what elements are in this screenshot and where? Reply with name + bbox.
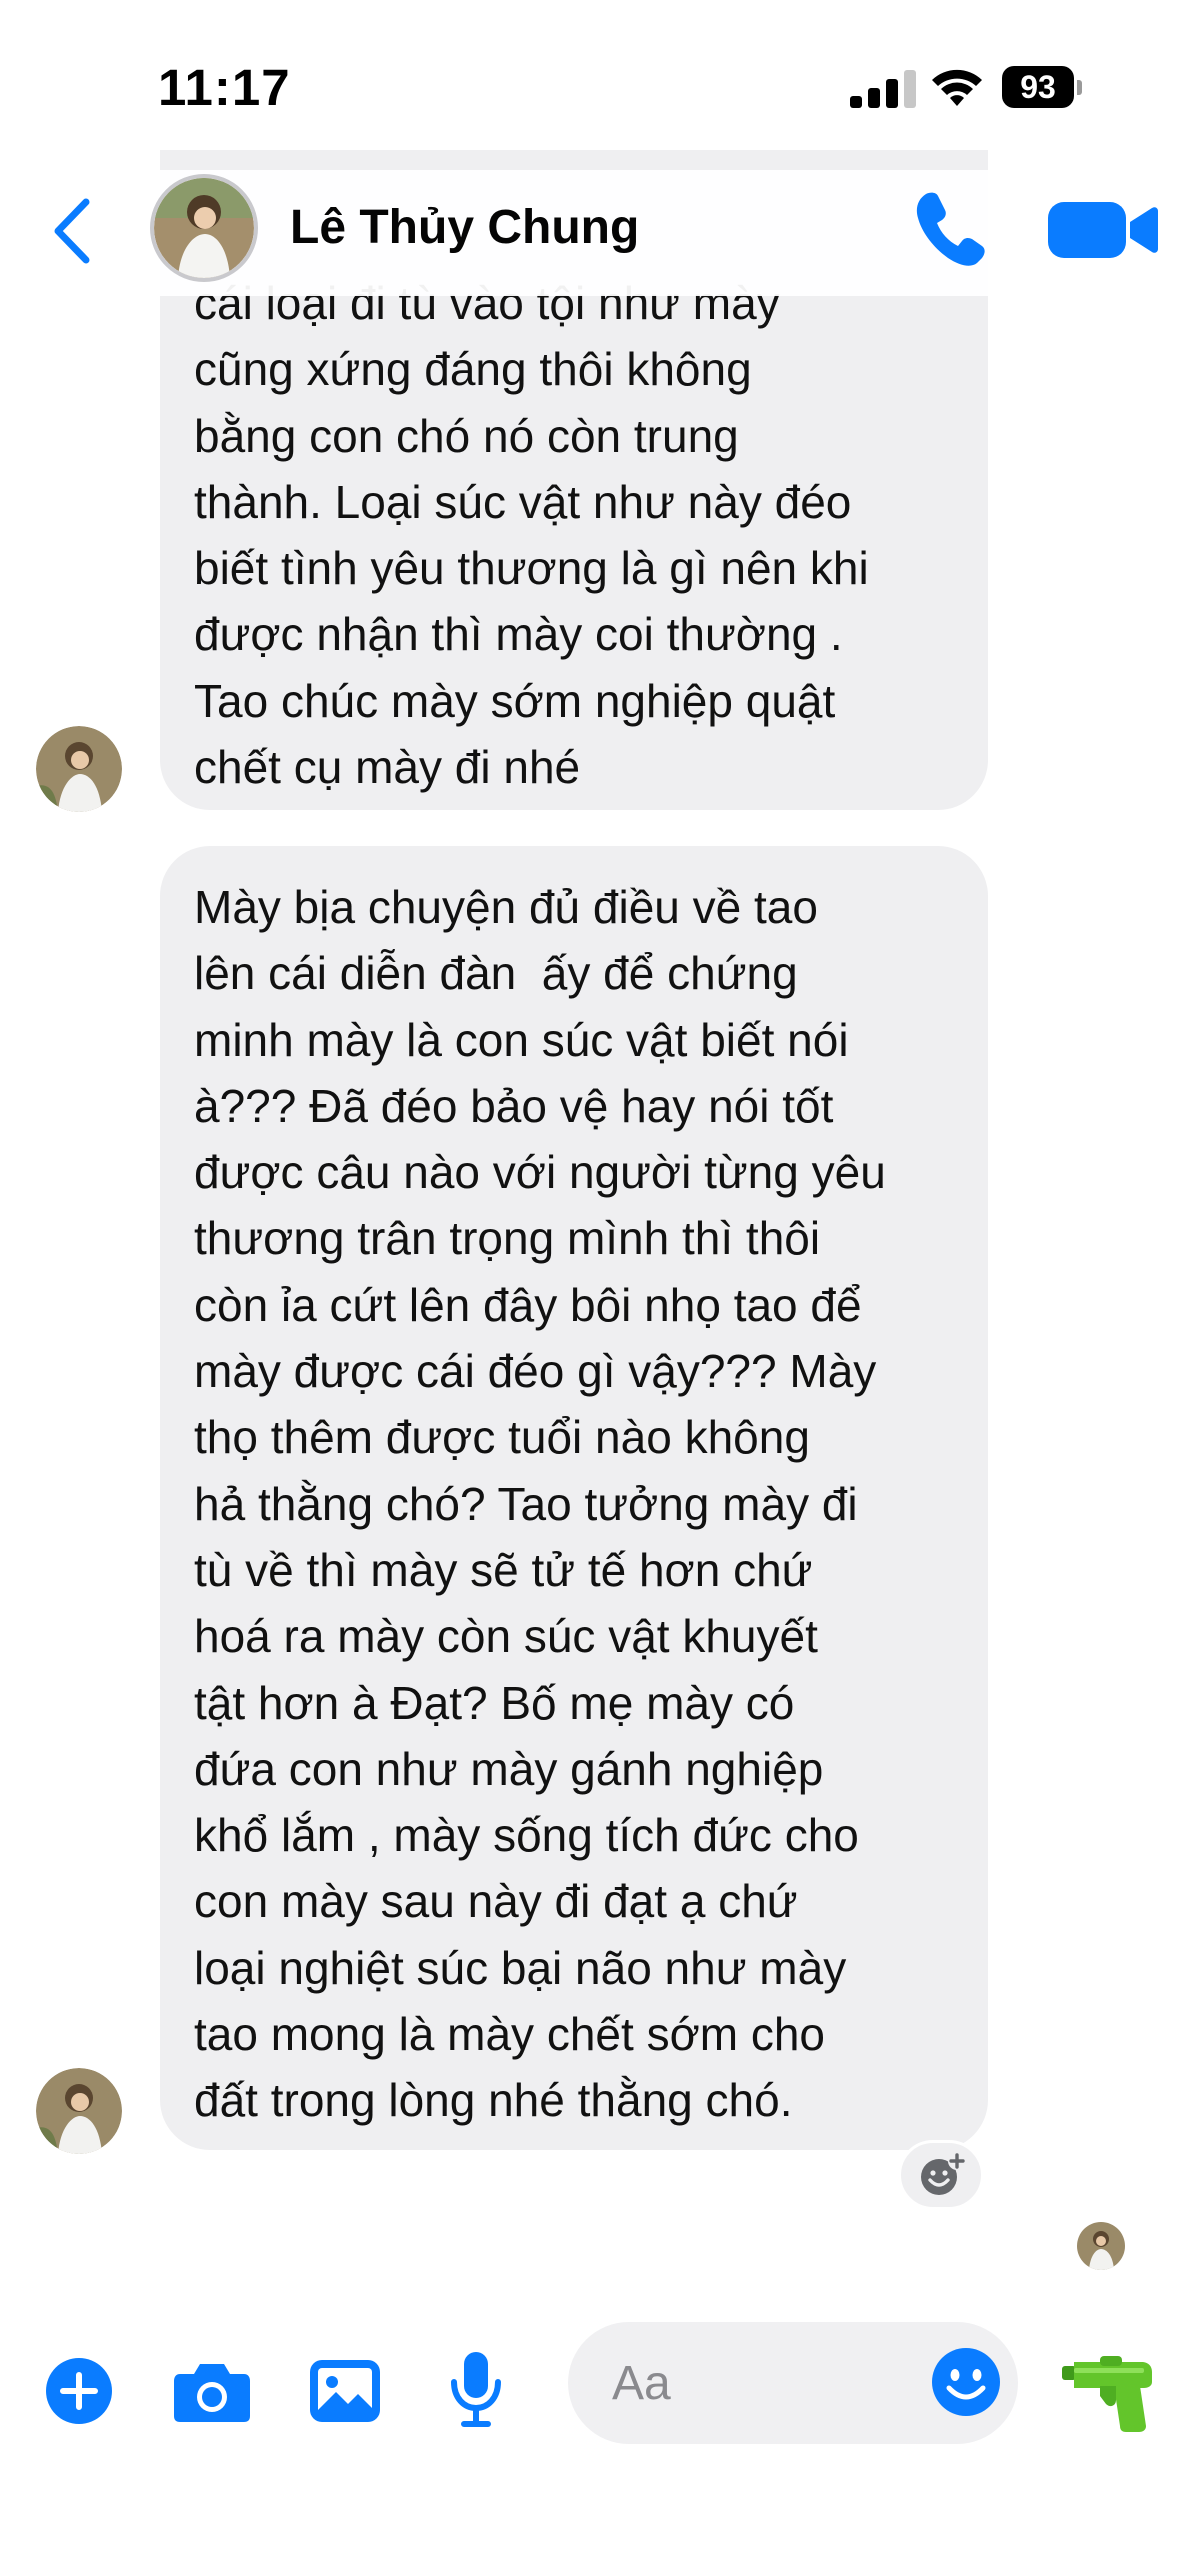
wifi-icon bbox=[932, 69, 982, 106]
conversation-header: Lê Thủy Chung bbox=[0, 170, 1179, 296]
battery-level: 93 bbox=[1002, 66, 1074, 108]
phone-icon[interactable] bbox=[912, 188, 986, 268]
camera-icon[interactable] bbox=[172, 2356, 252, 2426]
profile-photo-icon bbox=[36, 2068, 122, 2154]
profile-photo-icon bbox=[154, 178, 254, 278]
add-reaction-button[interactable] bbox=[898, 2140, 984, 2210]
contact-avatar[interactable] bbox=[150, 174, 258, 282]
water-gun-icon[interactable] bbox=[1060, 2352, 1156, 2432]
video-call-icon[interactable] bbox=[1040, 198, 1160, 262]
contact-name[interactable]: Lê Thủy Chung bbox=[290, 200, 639, 255]
emoji-icon[interactable] bbox=[930, 2346, 1002, 2418]
emoji-plus-icon bbox=[921, 2152, 966, 2195]
status-bar: 11:17 93 bbox=[0, 0, 1179, 170]
photo-gallery-icon[interactable] bbox=[308, 2356, 382, 2426]
microphone-icon[interactable] bbox=[448, 2350, 504, 2430]
back-chevron-icon[interactable] bbox=[48, 194, 98, 268]
cellular-signal-icon bbox=[850, 70, 922, 108]
seen-avatar bbox=[1077, 2222, 1125, 2270]
sender-avatar[interactable] bbox=[36, 2068, 122, 2154]
message-composer bbox=[0, 2300, 1179, 2556]
profile-photo-icon bbox=[1077, 2222, 1125, 2270]
message-bubble-received[interactable]: Mày bịa chuyện đủ điều về tao lên cái di… bbox=[160, 846, 988, 2150]
battery-icon: 93 bbox=[1002, 66, 1082, 110]
profile-photo-icon bbox=[36, 726, 122, 812]
plus-icon[interactable] bbox=[44, 2356, 114, 2426]
sender-avatar[interactable] bbox=[36, 726, 122, 812]
status-time: 11:17 bbox=[158, 59, 291, 116]
conversation-screen: cái loại đi tù vào tội như mày cũng xứng… bbox=[0, 0, 1179, 2556]
